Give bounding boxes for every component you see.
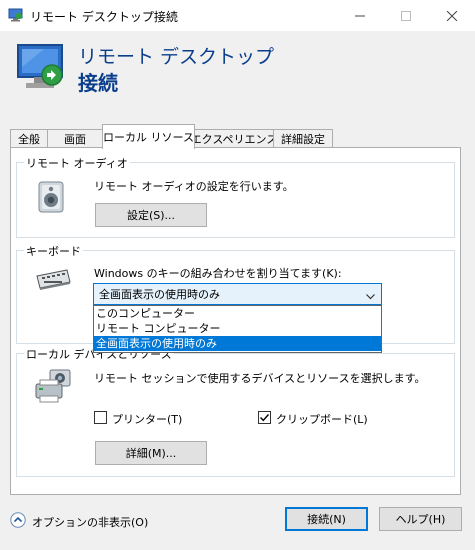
keyboard-selected-value: 全画面表示の使用時のみ bbox=[99, 288, 220, 301]
chevron-up-circle-icon[interactable] bbox=[10, 512, 26, 528]
printer-label[interactable]: プリンター(T) bbox=[112, 411, 182, 427]
maximize-button bbox=[383, 0, 429, 31]
audio-settings-button[interactable]: 設定(S)... bbox=[95, 203, 207, 227]
audio-group bbox=[16, 162, 455, 238]
checkmark-icon bbox=[260, 414, 270, 422]
close-button[interactable] bbox=[429, 0, 475, 31]
keyboard-combo-select[interactable]: 全画面表示の使用時のみ bbox=[93, 283, 382, 305]
clipboard-label[interactable]: クリップボード(L) bbox=[276, 411, 368, 427]
tab-general[interactable]: 全般 bbox=[10, 129, 48, 148]
printer-camera-icon bbox=[34, 368, 74, 407]
tab-advanced[interactable]: 詳細設定 bbox=[273, 129, 333, 148]
keyboard-dropdown-list: このコンピューター リモート コンピューター 全画面表示の使用時のみ bbox=[93, 305, 382, 353]
speaker-icon bbox=[36, 180, 70, 217]
banner-title-line2: 接続 bbox=[78, 71, 118, 95]
connect-button[interactable]: 接続(N) bbox=[285, 507, 368, 531]
hide-options-link[interactable]: オプションの非表示(O) bbox=[32, 514, 148, 530]
remote-desktop-large-icon bbox=[14, 41, 72, 99]
remote-desktop-icon[interactable] bbox=[8, 8, 24, 22]
chevron-down-icon[interactable] bbox=[366, 290, 375, 303]
tab-display[interactable]: 画面 bbox=[47, 129, 103, 148]
devices-details-button[interactable]: 詳細(M)... bbox=[95, 441, 207, 465]
dropdown-option-fullscreen-only[interactable]: 全画面表示の使用時のみ bbox=[94, 336, 381, 351]
clipboard-checkbox[interactable] bbox=[258, 411, 271, 424]
tab-experience[interactable]: エクスペリエンス bbox=[191, 129, 277, 148]
help-button[interactable]: ヘルプ(H) bbox=[379, 507, 462, 531]
printer-checkbox[interactable] bbox=[94, 411, 107, 424]
audio-description: リモート オーディオの設定を行います。 bbox=[94, 180, 294, 193]
keyboard-description: Windows のキーの組み合わせを割り当てます(K): bbox=[94, 267, 342, 280]
keyboard-group-title: キーボード bbox=[24, 243, 83, 259]
devices-description: リモート セッションで使用するデバイスとリソースを選択します。 bbox=[94, 372, 426, 385]
keyboard-icon bbox=[34, 268, 72, 295]
dropdown-option-remote-computer[interactable]: リモート コンピューター bbox=[94, 321, 381, 336]
banner-title-line1: リモート デスクトップ bbox=[78, 46, 275, 68]
dropdown-option-this-computer[interactable]: このコンピューター bbox=[94, 306, 381, 321]
minimize-button[interactable] bbox=[337, 0, 383, 31]
audio-group-title: リモート オーディオ bbox=[24, 155, 130, 171]
tab-local-resources[interactable]: ローカル リソース bbox=[102, 124, 195, 149]
window-title: リモート デスクトップ接続 bbox=[30, 10, 178, 24]
